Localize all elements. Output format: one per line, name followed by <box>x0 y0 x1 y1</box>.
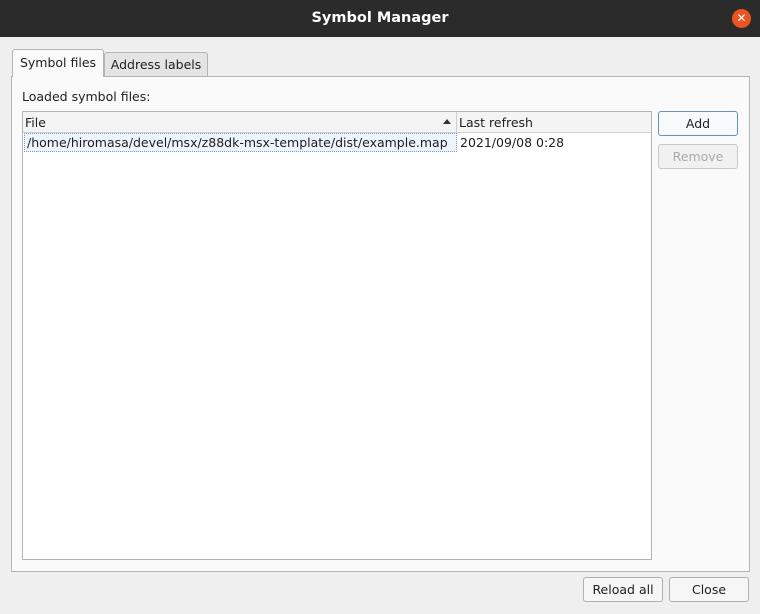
cell-last-refresh[interactable]: 2021/09/08 0:28 <box>459 133 649 152</box>
symbol-files-table[interactable]: File Last refresh /home/hiromasa/devel/m… <box>22 111 652 560</box>
window-titlebar: Symbol Manager <box>0 0 760 37</box>
remove-button[interactable]: Remove <box>658 144 738 169</box>
column-header-file[interactable]: File <box>23 112 457 132</box>
reload-all-button[interactable]: Reload all <box>583 577 663 602</box>
cell-file[interactable]: /home/hiromasa/devel/msx/z88dk-msx-templ… <box>24 133 457 152</box>
window-title: Symbol Manager <box>311 10 449 26</box>
window-close-icon[interactable]: ✕ <box>732 9 751 28</box>
tab-symbol-files[interactable]: Symbol files <box>12 49 104 77</box>
sort-ascending-icon <box>443 119 451 124</box>
tab-address-labels[interactable]: Address labels <box>104 52 208 77</box>
close-button[interactable]: Close <box>669 577 749 602</box>
column-header-last-refresh[interactable]: Last refresh <box>457 112 651 132</box>
table-row[interactable]: /home/hiromasa/devel/msx/z88dk-msx-templ… <box>23 133 651 153</box>
loaded-files-label: Loaded symbol files: <box>22 89 151 104</box>
table-header: File Last refresh <box>23 112 651 133</box>
add-button[interactable]: Add <box>658 111 738 136</box>
